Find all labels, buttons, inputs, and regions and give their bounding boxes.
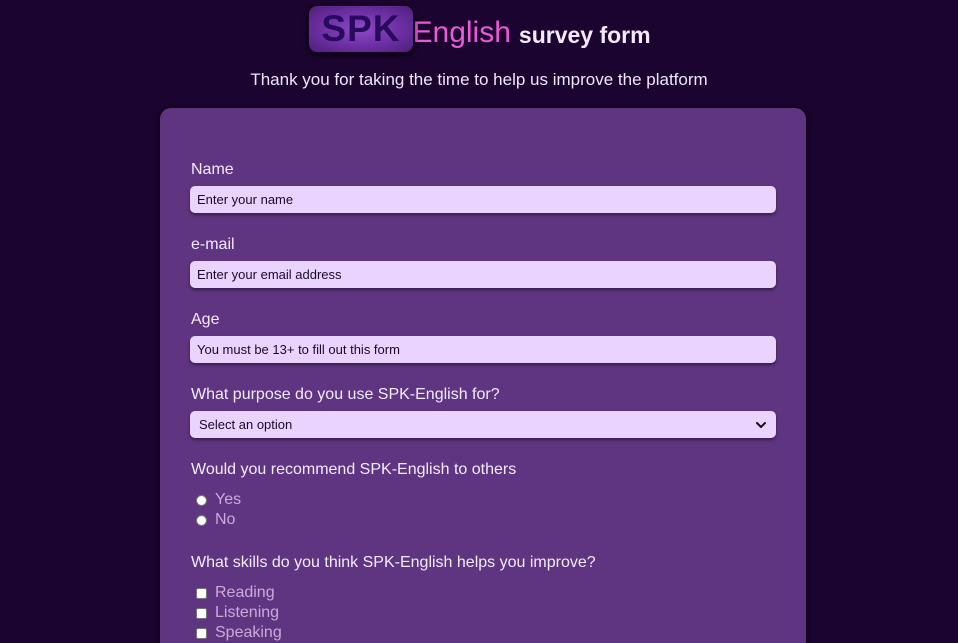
age-input[interactable]: [190, 336, 776, 363]
checkbox-listening[interactable]: [196, 607, 207, 619]
skills-speaking-label: Speaking: [215, 624, 282, 641]
checkbox-speaking[interactable]: [196, 627, 207, 639]
recommend-yes-label: Yes: [215, 491, 242, 508]
skills-label: What skills do you think SPK-English hel…: [191, 554, 596, 571]
age-label: Age: [191, 311, 220, 328]
purpose-label: What purpose do you use SPK-English for?: [191, 386, 500, 403]
recommend-option-yes[interactable]: Yes: [196, 490, 241, 510]
survey-page: SPK English survey form Thank you for ta…: [0, 0, 958, 643]
skills-option-listening[interactable]: Listening: [196, 603, 279, 623]
recommend-option-no[interactable]: No: [196, 510, 235, 530]
skills-option-speaking[interactable]: Speaking: [196, 623, 282, 643]
email-label: e-mail: [191, 236, 235, 253]
name-input[interactable]: [190, 186, 776, 213]
checkbox-reading[interactable]: [196, 587, 207, 599]
logo-english-text: English: [412, 16, 511, 49]
page-header: SPK English survey form: [0, 4, 958, 61]
recommend-label: Would you recommend SPK-English to other…: [191, 461, 517, 478]
page-title: survey form: [518, 21, 651, 48]
skills-reading-label: Reading: [215, 584, 275, 601]
page-subtitle: Thank you for taking the time to help us…: [250, 70, 708, 89]
chevron-down-icon: [756, 421, 766, 428]
logo-spk-text: SPK: [321, 8, 401, 49]
skills-option-reading[interactable]: Reading: [196, 583, 275, 603]
radio-yes[interactable]: [196, 494, 207, 506]
purpose-select[interactable]: Select an option: [190, 411, 776, 438]
purpose-select-value: Select an option: [199, 417, 293, 432]
name-label: Name: [191, 161, 234, 178]
radio-no[interactable]: [196, 514, 207, 526]
logo-badge: SPK: [307, 4, 415, 54]
email-input[interactable]: [190, 261, 776, 288]
survey-form: Name e-mail Age What purpose do you use …: [159, 107, 807, 643]
recommend-no-label: No: [215, 511, 236, 528]
skills-listening-label: Listening: [215, 604, 280, 621]
